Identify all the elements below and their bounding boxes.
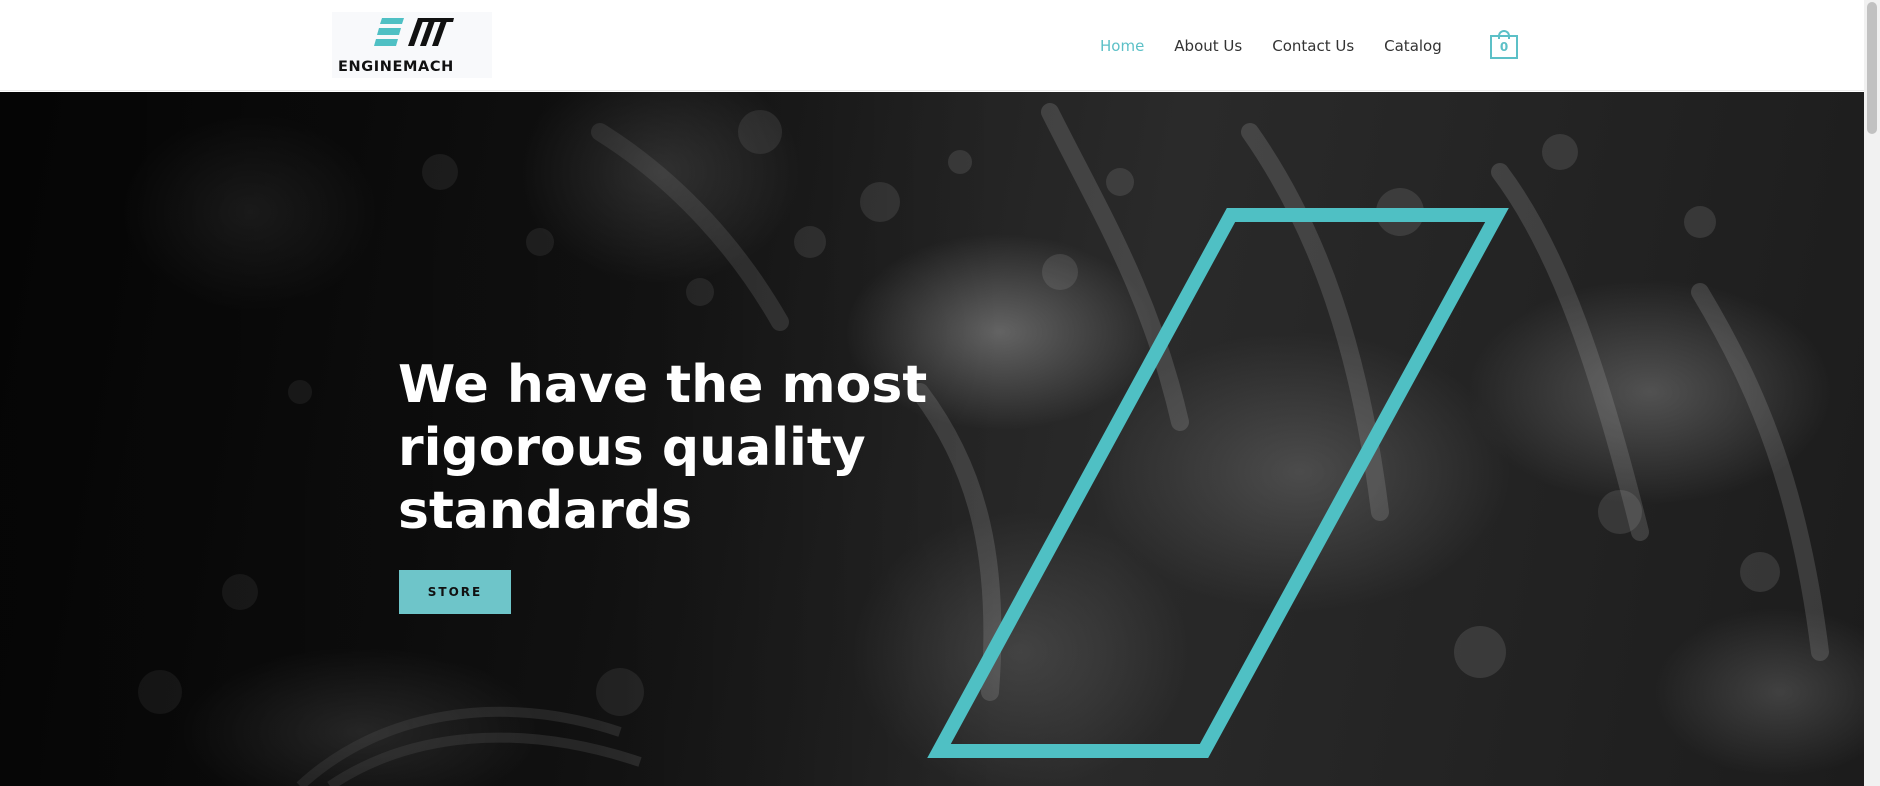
nav-about-us[interactable]: About Us (1174, 37, 1242, 55)
scrollbar-thumb[interactable] (1867, 2, 1877, 134)
nav-catalog[interactable]: Catalog (1384, 37, 1442, 55)
store-button[interactable]: STORE (399, 570, 511, 614)
hero-section: We have the most rigorous quality standa… (0, 92, 1864, 786)
nav-home[interactable]: Home (1100, 37, 1144, 55)
nav-contact-us[interactable]: Contact Us (1272, 37, 1354, 55)
page-scrollbar[interactable] (1864, 0, 1880, 786)
em-logo-mark-icon (374, 18, 454, 46)
site-logo[interactable]: ENGINEMACH (332, 12, 492, 78)
hero-title: We have the most rigorous quality standa… (398, 355, 928, 541)
cart-count: 0 (1490, 35, 1518, 59)
logo-wordmark: ENGINEMACH (338, 59, 454, 75)
main-nav: Home About Us Contact Us Catalog (1100, 0, 1472, 91)
site-header: ENGINEMACH Home About Us Contact Us Cata… (0, 0, 1864, 91)
cart-button[interactable]: 0 (1490, 30, 1518, 59)
